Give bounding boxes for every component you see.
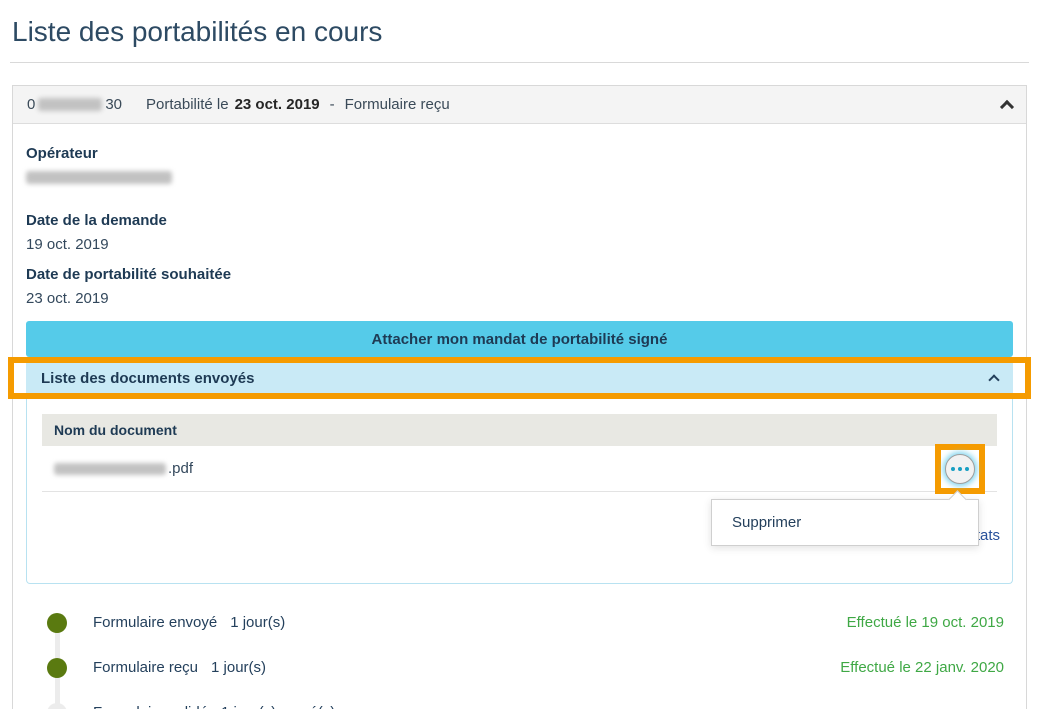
documents-table-header: Nom du document bbox=[42, 414, 997, 446]
step-duration: 1 jour(s) ouvré(s) bbox=[221, 704, 335, 709]
timeline-step: Formulaire envoyé 1 jour(s) Effectué le … bbox=[26, 600, 1013, 645]
document-file-extension: .pdf bbox=[168, 460, 193, 477]
document-name-column-header: Nom du document bbox=[54, 422, 177, 438]
portability-card-header[interactable]: 0 30 Portabilité le 23 oct. 2019 - Formu… bbox=[13, 86, 1026, 124]
portability-page: Liste des portabilités en cours 0 30 Por… bbox=[0, 0, 1039, 709]
summary-status: Formulaire reçu bbox=[345, 96, 450, 113]
port-date-value: 23 oct. 2019 bbox=[26, 290, 1013, 307]
step-label: Formulaire reçu bbox=[93, 659, 198, 676]
partially-hidden-link[interactable]: tats bbox=[976, 527, 1000, 544]
portability-card-body: Opérateur Date de la demande 19 oct. 201… bbox=[13, 124, 1026, 709]
request-date-label: Date de la demande bbox=[26, 212, 1013, 229]
operator-label: Opérateur bbox=[26, 145, 1013, 162]
sent-documents-panel: Nom du document .pdf tats bbox=[26, 399, 1013, 584]
summary-prefix: Portabilité le bbox=[146, 96, 229, 113]
redacted-phone-number bbox=[38, 98, 102, 111]
phone-number: 0 30 bbox=[27, 96, 122, 113]
title-divider bbox=[10, 62, 1029, 63]
table-row: .pdf bbox=[42, 446, 997, 492]
portability-card: 0 30 Portabilité le 23 oct. 2019 - Formu… bbox=[12, 85, 1027, 709]
step-done-dot-icon bbox=[47, 658, 67, 678]
page-title: Liste des portabilités en cours bbox=[0, 0, 1039, 62]
step-label: Formulaire validé bbox=[93, 704, 208, 709]
redacted-document-filename bbox=[54, 463, 166, 475]
chevron-up-icon[interactable] bbox=[1000, 100, 1014, 114]
menu-item-delete[interactable]: Supprimer bbox=[712, 500, 978, 545]
summary-separator: - bbox=[330, 96, 335, 113]
highlight-rectangle-accordion: Liste des documents envoyés bbox=[8, 357, 1031, 399]
phone-number-prefix: 0 bbox=[27, 96, 35, 113]
sent-documents-accordion[interactable]: Liste des documents envoyés bbox=[26, 363, 1013, 393]
ellipsis-icon[interactable] bbox=[945, 454, 975, 484]
timeline-step: Formulaire reçu 1 jour(s) Effectué le 22… bbox=[26, 645, 1013, 690]
step-status: Effectué le 22 janv. 2020 bbox=[840, 659, 1004, 676]
phone-number-suffix: 30 bbox=[105, 96, 122, 113]
redacted-operator-name bbox=[26, 171, 172, 184]
highlight-rectangle-more-button bbox=[935, 444, 985, 494]
step-pending-dot-icon bbox=[47, 703, 67, 709]
step-duration: 1 jour(s) bbox=[211, 659, 266, 676]
request-date-value: 19 oct. 2019 bbox=[26, 236, 1013, 253]
portability-timeline: Formulaire envoyé 1 jour(s) Effectué le … bbox=[26, 600, 1013, 709]
sent-documents-accordion-label: Liste des documents envoyés bbox=[41, 370, 254, 387]
step-duration: 1 jour(s) bbox=[230, 614, 285, 631]
document-actions-menu: Supprimer bbox=[711, 499, 979, 546]
chevron-up-icon[interactable] bbox=[988, 374, 999, 385]
portability-summary: Portabilité le 23 oct. 2019 - Formulaire… bbox=[146, 96, 450, 113]
timeline-step: Formulaire validé 1 jour(s) ouvré(s) bbox=[26, 690, 1013, 709]
port-date-label: Date de portabilité souhaitée bbox=[26, 266, 1013, 283]
step-label: Formulaire envoyé bbox=[93, 614, 217, 631]
attach-mandate-button[interactable]: Attacher mon mandat de portabilité signé bbox=[26, 321, 1013, 357]
step-status: Effectué le 19 oct. 2019 bbox=[847, 614, 1004, 631]
summary-date: 23 oct. 2019 bbox=[235, 96, 320, 113]
step-done-dot-icon bbox=[47, 613, 67, 633]
